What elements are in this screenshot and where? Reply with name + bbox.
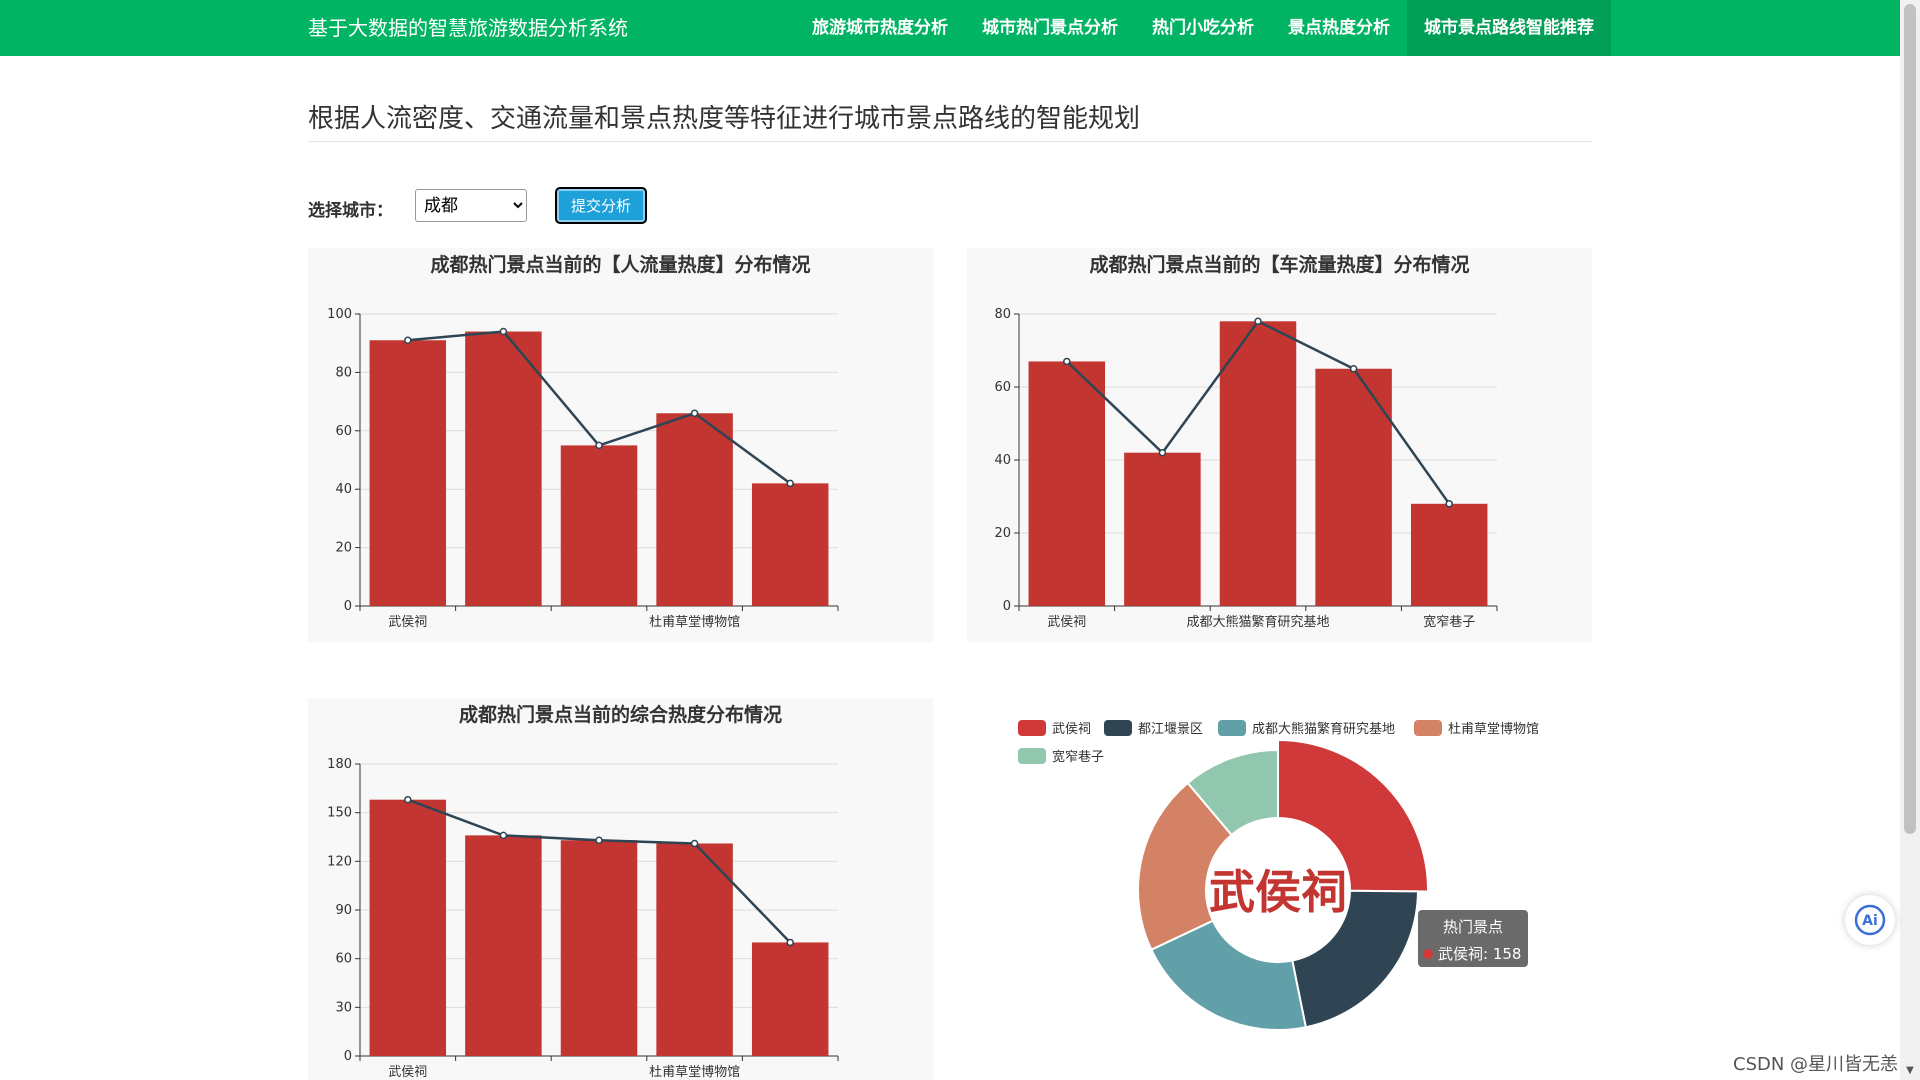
line-point [1349, 365, 1358, 373]
chart-panel-overall-heat: 成都热门景点当前的综合热度分布情况 0 30 60 90 120 150 180 武侯祠 杜甫草… [308, 698, 933, 1080]
pie-chart: 武侯祠 都江堰景区 成都大熊猫繁育研究基地 杜甫草堂博物馆宽窄巷子武侯祠热门景点武侯祠… [1018, 720, 1539, 1031]
y-tick-label: 120 [327, 854, 352, 869]
bar [1028, 361, 1106, 606]
bar [656, 843, 733, 1056]
nav-item-city-heat[interactable]: 旅游城市热度分析 [795, 0, 965, 56]
y-tick-label: 0 [344, 599, 352, 614]
chart-panel-people-flow: 成都热门景点当前的【人流量热度】分布情况 0 20 40 60 80 100 武侯祠 杜甫草堂… [308, 248, 933, 642]
line-point [499, 831, 508, 840]
pie-chart-panel: 武侯祠 都江堰景区 成都大熊猫繁育研究基地 杜甫草堂博物馆 宽窄巷子 武侯祠 热门景点 武侯祠… [968, 700, 1588, 1080]
y-tick-label: 60 [335, 424, 352, 439]
bar [465, 835, 542, 1056]
ai-icon: Ai [1854, 904, 1886, 936]
bar [465, 331, 542, 606]
y-tick-label: 80 [335, 365, 352, 380]
scroll-down-icon[interactable]: ▼ [1904, 1066, 1916, 1076]
line-point [786, 938, 794, 947]
y-tick-label: 20 [994, 526, 1011, 541]
legend-label: 武侯祠 [1052, 722, 1091, 737]
x-tick-label: 武侯祠 [388, 615, 427, 630]
svg-text:Ai: Ai [1862, 913, 1878, 929]
bar [369, 340, 447, 606]
nav-item-hot-spots[interactable]: 城市热门景点分析 [965, 0, 1135, 56]
tooltip-line: 武侯祠: 158 [1438, 945, 1521, 963]
legend-label: 杜甫草堂博物馆 [1448, 722, 1539, 737]
legend-label: 都江堰景区 [1138, 722, 1203, 737]
line-point [1254, 317, 1262, 326]
legend-swatch [1018, 748, 1046, 764]
legend-swatch [1414, 720, 1442, 736]
bar [751, 942, 829, 1056]
x-tick-label: 宽窄巷子 [1423, 614, 1475, 630]
y-tick-label: 100 [327, 307, 352, 322]
y-tick-label: 20 [335, 541, 352, 556]
chart-overall-heat: 0 30 60 90 120 150 180 武侯祠 杜甫草堂博物馆 [327, 757, 839, 1080]
line-point [690, 409, 699, 418]
tooltip-marker [1423, 949, 1433, 959]
bar [1315, 368, 1392, 606]
title-divider [308, 141, 1592, 142]
page-title: 根据人流密度、交通流量和景点热度等特征进行城市景点路线的智能规划 [308, 104, 1141, 134]
city-label: 选择城市： [308, 201, 393, 221]
city-select[interactable]: 成都 [415, 189, 527, 222]
x-tick-label: 武侯祠 [1047, 615, 1086, 630]
line-point [1158, 448, 1167, 457]
x-tick-label: 成都大熊猫繁育研究基地 [1186, 614, 1329, 630]
line-point [690, 839, 699, 848]
legend-swatch [1018, 720, 1046, 736]
line-point [595, 836, 603, 844]
submit-analysis-button[interactable]: 提交分析 [555, 187, 647, 224]
bar [656, 413, 733, 606]
y-tick-label: 180 [327, 757, 352, 772]
y-tick-label: 60 [994, 380, 1011, 395]
x-tick-label: 杜甫草堂博物馆 [649, 1065, 740, 1080]
bar [560, 445, 638, 606]
bar [369, 799, 447, 1056]
nav-item-route-recommend[interactable]: 城市景点路线智能推荐 [1407, 0, 1611, 56]
bar [1410, 503, 1488, 606]
top-navbar: 基于大数据的智慧旅游数据分析系统 旅游城市热度分析 城市热门景点分析 热门小吃分… [0, 0, 1900, 56]
bar [751, 483, 829, 606]
legend-swatch [1104, 720, 1132, 736]
x-tick-label: 武侯祠 [388, 1065, 427, 1080]
y-tick-label: 90 [335, 903, 352, 918]
pie-center-label: 武侯祠 [1209, 865, 1347, 919]
y-tick-label: 30 [335, 1000, 352, 1015]
y-tick-label: 150 [327, 806, 352, 821]
chart-panel-car-flow: 成都热门景点当前的【车流量热度】分布情况 0 20 40 60 80 武侯祠 成都大熊猫繁育… [967, 248, 1592, 642]
line-point [499, 327, 508, 336]
line-point [786, 479, 794, 488]
line-point [404, 336, 412, 345]
nav-item-snacks[interactable]: 热门小吃分析 [1135, 0, 1271, 56]
scrollbar-thumb[interactable] [1904, 4, 1916, 834]
x-tick-label: 杜甫草堂博物馆 [649, 615, 740, 630]
line-point [595, 441, 603, 450]
bar [560, 840, 638, 1056]
line-point [404, 795, 412, 804]
chart-car-flow: 0 20 40 60 80 武侯祠 成都大熊猫繁育研究基地 宽窄巷子 [994, 307, 1498, 630]
y-tick-label: 40 [335, 482, 352, 497]
line-point [1445, 500, 1453, 508]
y-tick-label: 0 [1003, 599, 1011, 614]
y-tick-label: 40 [994, 453, 1011, 468]
ai-assistant-button[interactable]: Ai [1845, 895, 1895, 945]
y-tick-label: 60 [335, 952, 352, 967]
y-tick-label: 80 [994, 307, 1011, 322]
app-title[interactable]: 基于大数据的智慧旅游数据分析系统 [308, 0, 628, 56]
chart-people-flow: 0 20 40 60 80 100 武侯祠 杜甫草堂博物馆 [327, 307, 839, 630]
watermark: CSDN @星川皆无恙 [1733, 1054, 1899, 1075]
y-tick-label: 0 [344, 1049, 352, 1064]
page-scrollbar[interactable]: ▼ [1900, 0, 1920, 1080]
bar [1124, 452, 1201, 606]
tooltip-title: 热门景点 [1443, 918, 1503, 936]
nav-menu: 旅游城市热度分析 城市热门景点分析 热门小吃分析 景点热度分析 城市景点路线智能… [795, 0, 1611, 56]
pie-tooltip: 热门景点武侯祠: 158 [1418, 910, 1528, 967]
legend-swatch [1218, 720, 1246, 736]
bar [1219, 321, 1297, 606]
line-point [1063, 357, 1071, 366]
legend-label: 成都大熊猫繁育研究基地 [1252, 721, 1395, 737]
nav-item-spot-heat[interactable]: 景点热度分析 [1271, 0, 1407, 56]
legend-label: 宽窄巷子 [1052, 749, 1104, 765]
